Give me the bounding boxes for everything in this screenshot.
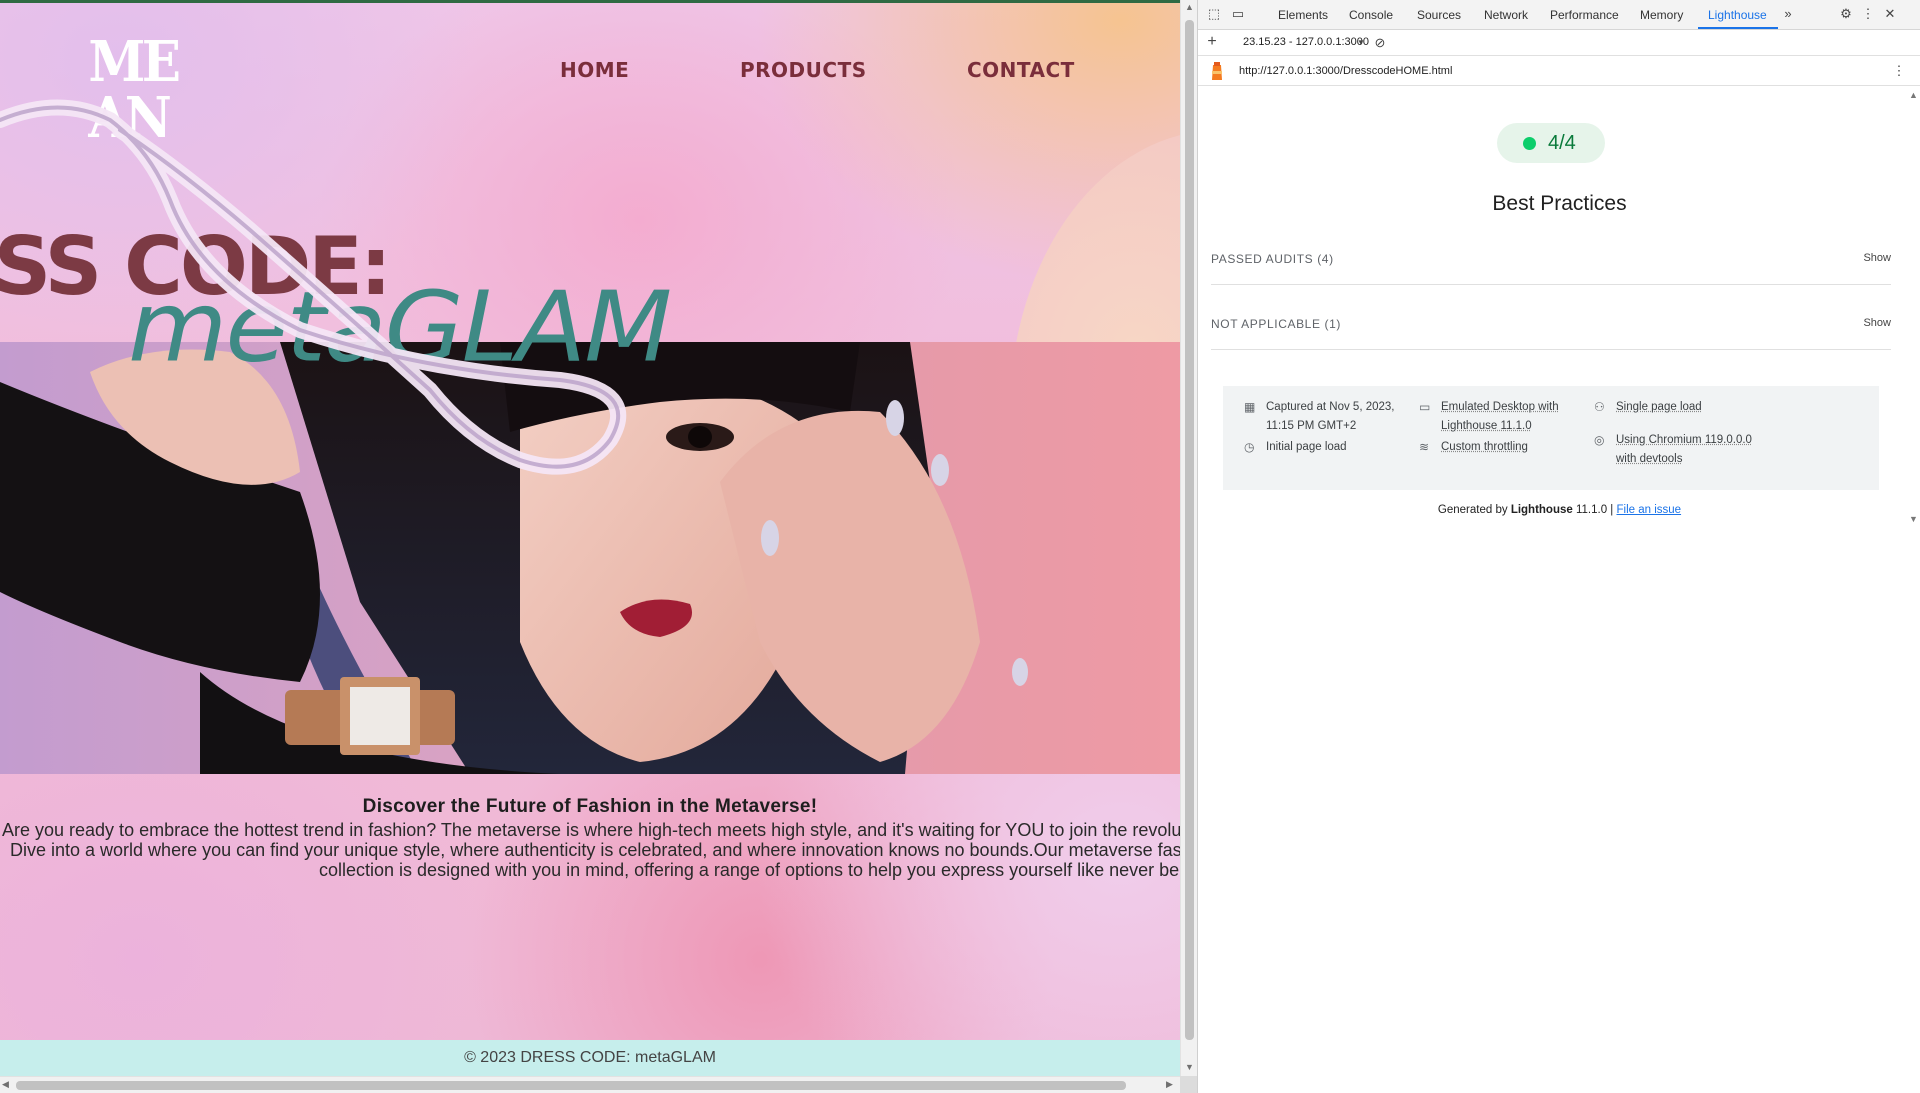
intro-heading: Discover the Future of Fashion in the Me… (362, 796, 818, 817)
devtools-panel: ⬚ ▭ Elements Console Sources Network Per… (1197, 0, 1920, 1093)
page-vertical-scrollbar[interactable]: ▲ ▼ (1180, 0, 1197, 1076)
scroll-left-arrow-icon[interactable]: ◀ (2, 1079, 9, 1090)
device-toolbar-icon[interactable]: ▭ (1230, 6, 1246, 22)
generated-by-footer: Generated by Lighthouse 11.1.0 | File an… (1198, 504, 1920, 516)
calendar-icon: ▦ (1244, 400, 1256, 414)
tab-memory[interactable]: Memory (1640, 8, 1683, 22)
passed-audits-show-button[interactable]: Show (1863, 252, 1891, 264)
lighthouse-logo-icon (1212, 62, 1222, 80)
tab-sources[interactable]: Sources (1417, 8, 1461, 22)
tab-performance[interactable]: Performance (1550, 8, 1619, 22)
tab-network[interactable]: Network (1484, 8, 1528, 22)
devtools-tab-bar: ⬚ ▭ Elements Console Sources Network Per… (1198, 0, 1920, 30)
category-title: Best Practices (1492, 192, 1627, 215)
not-applicable-label: NOT APPLICABLE (1) (1211, 317, 1341, 331)
score-badge: 4/4 (1497, 123, 1605, 163)
main-nav: HOME PRODUCTS CONTACT (0, 58, 1180, 88)
settings-gear-icon[interactable]: ⚙ (1838, 6, 1854, 22)
captured-at-line-2: 11:15 PM GMT+2 (1266, 420, 1357, 432)
logo-line-2: AN (88, 85, 171, 151)
timer-icon: ◷ (1244, 440, 1255, 454)
single-page-load-text: Single page load (1616, 401, 1702, 413)
tab-elements[interactable]: Elements (1278, 8, 1328, 22)
hero-photo (0, 342, 1180, 774)
generator-name: Lighthouse (1510, 504, 1573, 516)
site-footer: © 2023 DRESS CODE: metaGLAM (0, 1040, 1180, 1076)
custom-throttling-text: Custom throttling (1441, 441, 1528, 453)
generator-version: 11.1.0 | (1575, 504, 1614, 516)
single-page-load[interactable]: ⚇ Single page load (1594, 398, 1702, 417)
initial-page-load-text: Initial page load (1266, 441, 1347, 453)
hero-photo-illustration (0, 342, 1028, 774)
not-applicable-group[interactable]: NOT APPLICABLE (1) Show (1211, 298, 1891, 350)
captured-at-line-1: Captured at Nov 5, 2023, (1266, 401, 1395, 413)
clear-reports-icon[interactable]: ⊘ (1372, 35, 1388, 51)
passed-audits-group[interactable]: PASSED AUDITS (4) Show (1211, 233, 1891, 285)
report-selector[interactable]: 23.15.23 - 127.0.0.1:3000 (1243, 36, 1369, 48)
emulated-desktop[interactable]: ▭ Emulated Desktop with Lighthouse 11.1.… (1419, 398, 1559, 436)
custom-throttling[interactable]: ≋ Custom throttling (1419, 438, 1528, 457)
passed-audits-label: PASSED AUDITS (4) (1211, 252, 1334, 266)
pass-dot-icon (1523, 137, 1536, 150)
scroll-right-arrow-icon[interactable]: ▶ (1166, 1079, 1173, 1090)
close-devtools-icon[interactable]: ✕ (1882, 6, 1898, 22)
wifi-icon: ≋ (1419, 440, 1430, 454)
page-horizontal-scrollbar[interactable]: ◀ ▶ (0, 1076, 1180, 1093)
captured-at: ▦ Captured at Nov 5, 2023, 11:15 PM GMT+… (1244, 398, 1395, 436)
intro-line-1: Are you ready to embrace the hottest tre… (2, 820, 1180, 840)
nav-contact-link[interactable]: CONTACT (967, 58, 1075, 82)
intro-line-3: collection is designed with you in mind,… (319, 860, 1180, 880)
scroll-up-arrow-icon[interactable]: ▲ (1185, 2, 1194, 12)
chromium-icon: ◎ (1594, 433, 1605, 447)
report-scrollbar[interactable]: ▲ ▼ (1906, 88, 1920, 528)
hero-subtitle: metaGLAM (128, 270, 672, 385)
audited-url[interactable]: http://127.0.0.1:3000/DresscodeHOME.html (1239, 65, 1452, 77)
tab-lighthouse[interactable]: Lighthouse (1708, 8, 1767, 22)
devices-icon: ▭ (1419, 400, 1431, 414)
nav-products-link[interactable]: PRODUCTS (740, 58, 867, 82)
scrollbar-corner (1180, 1076, 1197, 1093)
more-options-kebab-icon[interactable]: ⋮ (1860, 6, 1876, 22)
file-issue-link[interactable]: File an issue (1617, 504, 1682, 516)
intro-line-2: Dive into a world where you can find you… (10, 840, 1180, 860)
initial-page-load: ◷ Initial page load (1244, 438, 1347, 457)
report-scroll-up-icon[interactable]: ▲ (1909, 90, 1918, 100)
lighthouse-toolbar: + 23.15.23 - 127.0.0.1:3000 ▼ ⊘ (1198, 30, 1920, 56)
report-dropdown-chevron-icon[interactable]: ▼ (1353, 35, 1369, 51)
inspect-element-icon[interactable]: ⬚ (1206, 6, 1222, 22)
chromium-version[interactable]: ◎ Using Chromium 119.0.0.0 with devtools (1594, 431, 1752, 469)
chromium-line-2: with devtools (1616, 453, 1683, 465)
person-icon: ⚇ (1594, 400, 1605, 414)
horizontal-scroll-thumb[interactable] (16, 1081, 1126, 1090)
scroll-down-arrow-icon[interactable]: ▼ (1185, 1062, 1194, 1072)
top-strip (0, 0, 1180, 3)
emulated-line-1: Emulated Desktop with (1441, 401, 1559, 413)
lighthouse-url-bar: http://127.0.0.1:3000/DresscodeHOME.html… (1198, 56, 1920, 86)
more-tabs-chevron-icon[interactable]: » (1780, 6, 1796, 22)
score-value: 4/4 (1548, 132, 1576, 154)
report-menu-kebab-icon[interactable]: ⋮ (1891, 63, 1907, 79)
vertical-scroll-thumb[interactable] (1185, 20, 1194, 1040)
new-report-plus-icon[interactable]: + (1204, 34, 1220, 50)
site-logo[interactable]: ME AN (88, 34, 189, 154)
active-tab-underline (1698, 27, 1778, 29)
nav-home-link[interactable]: HOME (560, 58, 629, 82)
not-applicable-show-button[interactable]: Show (1863, 317, 1891, 329)
website-viewport: ME AN HOME PRODUCTS CONTACT ESS CODE: (0, 0, 1180, 1093)
generated-by-text: Generated by (1437, 504, 1508, 516)
chromium-line-1: Using Chromium 119.0.0.0 (1616, 434, 1752, 446)
intro-section: Discover the Future of Fashion in the Me… (0, 796, 1180, 880)
emulated-line-2: Lighthouse 11.1.0 (1441, 420, 1532, 432)
runtime-settings: ▦ Captured at Nov 5, 2023, 11:15 PM GMT+… (1223, 386, 1879, 490)
tab-console[interactable]: Console (1349, 8, 1393, 22)
